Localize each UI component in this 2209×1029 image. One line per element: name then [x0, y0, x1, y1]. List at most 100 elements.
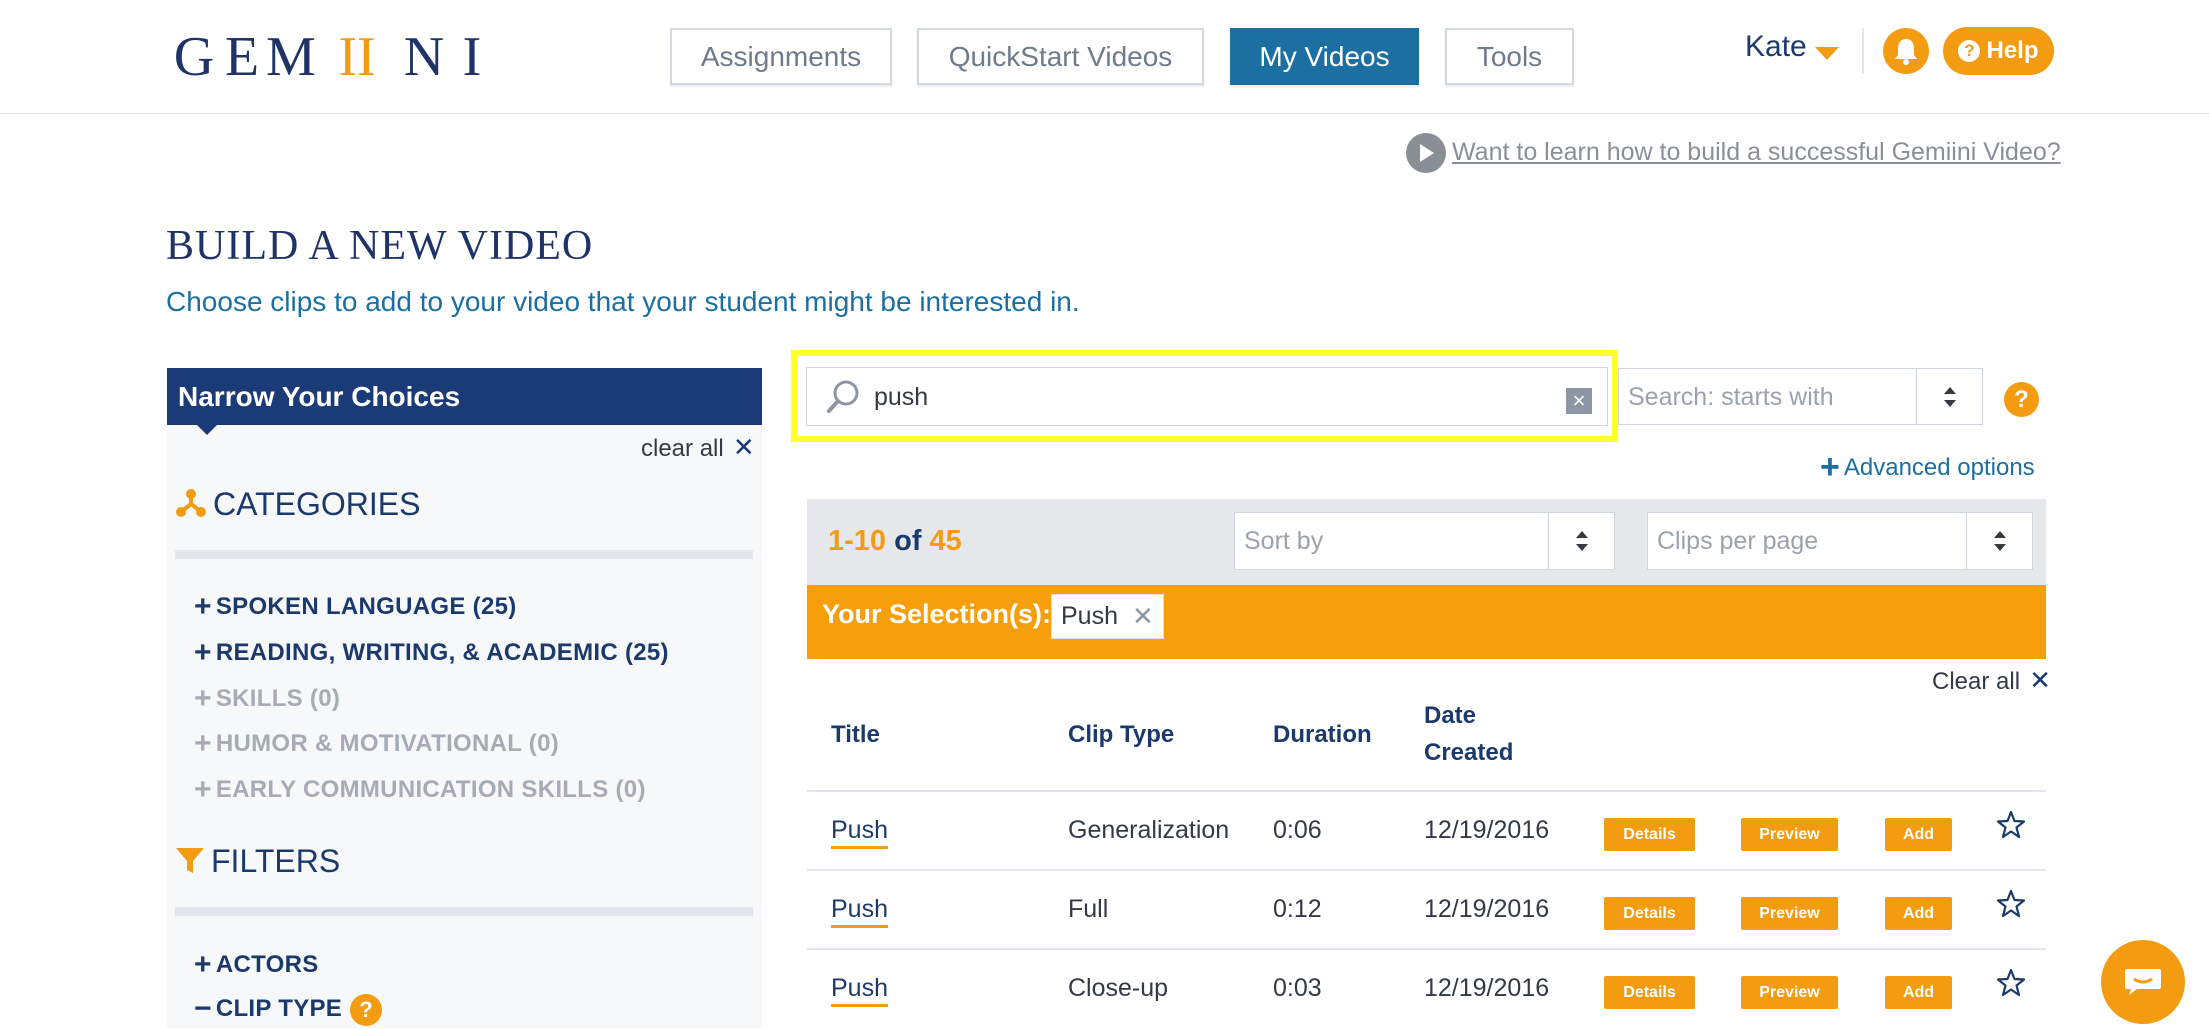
selection-bar: Your Selection(s): Push ✕ [807, 585, 2046, 659]
help-button[interactable]: ? Help [1943, 27, 2054, 75]
page-title: BUILD A NEW VIDEO [166, 223, 594, 269]
add-button[interactable]: Add [1885, 897, 1952, 930]
date-cell: 12/19/2016 [1424, 974, 1550, 1002]
add-button[interactable]: Add [1885, 976, 1952, 1009]
results-clear-all[interactable]: Clear all ✕ [1932, 665, 2051, 696]
clear-search-icon[interactable]: × [1566, 388, 1592, 414]
help-label: Help [1986, 37, 2039, 64]
clips-per-page-select[interactable]: Clips per page [1647, 512, 2033, 570]
categories-icon [176, 489, 206, 517]
date-header-line2: Created [1424, 739, 1514, 766]
results-of: of [894, 525, 922, 557]
sort-arrows-icon[interactable] [1966, 513, 2032, 569]
clip-title-link[interactable]: Push [831, 816, 888, 849]
narrow-choices-header: Narrow Your Choices [167, 368, 762, 425]
clip-title-link[interactable]: Push [831, 974, 888, 1007]
filter-actors[interactable]: + ACTORS [194, 946, 319, 981]
star-icon[interactable] [1996, 968, 2026, 998]
close-icon: ✕ [725, 432, 755, 462]
bell-icon[interactable] [1883, 28, 1929, 74]
clip-type-cell: Close-up [1068, 974, 1169, 1002]
filters-title: FILTERS [211, 843, 341, 879]
sort-placeholder: Sort by [1244, 527, 1324, 555]
category-label: EARLY COMMUNICATION SKILLS (0) [215, 776, 646, 803]
clip-title-link[interactable]: Push [831, 895, 888, 928]
remove-chip-icon[interactable]: ✕ [1132, 601, 1154, 632]
star-icon[interactable] [1996, 889, 2026, 919]
details-button[interactable]: Details [1604, 897, 1695, 930]
learn-video-link[interactable]: Want to learn how to build a successful … [1452, 138, 2061, 167]
page-subtitle: Choose clips to add to your video that y… [166, 286, 1080, 317]
filter-label: CLIP TYPE [215, 995, 343, 1022]
star-icon[interactable] [1996, 810, 2026, 840]
search-input[interactable] [874, 378, 1514, 416]
filter-clip-type[interactable]: − CLIP TYPE? [194, 990, 383, 1026]
sort-arrows-icon[interactable] [1548, 513, 1614, 569]
search-mode-select[interactable]: Search: starts with [1618, 368, 1983, 425]
categories-heading: CATEGORIES [175, 486, 420, 523]
nav-quickstart-videos[interactable]: QuickStart Videos [917, 28, 1204, 85]
sort-arrows-icon[interactable] [1916, 369, 1982, 424]
category-label: SKILLS (0) [215, 685, 341, 712]
sort-by-select[interactable]: Sort by [1234, 512, 1615, 570]
column-header-clip-type[interactable]: Clip Type [1068, 716, 1174, 753]
nav-assignments[interactable]: Assignments [670, 28, 892, 85]
category-label: HUMOR & MOTIVATIONAL (0) [215, 730, 560, 757]
table-row: Push Generalization 0:06 12/19/2016 Deta… [807, 792, 2046, 871]
preview-button[interactable]: Preview [1741, 976, 1838, 1009]
clip-type-cell: Full [1068, 895, 1109, 923]
selection-chip[interactable]: Push ✕ [1051, 594, 1164, 639]
chat-icon[interactable] [2101, 940, 2185, 1024]
preview-button[interactable]: Preview [1741, 818, 1838, 851]
clip-type-cell: Generalization [1068, 816, 1230, 844]
filters-divider [175, 907, 753, 916]
category-early-communication: + EARLY COMMUNICATION SKILLS (0) [194, 773, 646, 806]
header-pointer [197, 425, 217, 435]
clear-all-label: Clear all [1932, 668, 2021, 695]
category-humor-motivational: + HUMOR & MOTIVATIONAL (0) [194, 727, 560, 760]
column-header-title[interactable]: Title [831, 716, 880, 753]
selection-label: Your Selection(s): [822, 599, 1052, 629]
filter-label: ACTORS [215, 951, 319, 978]
column-header-duration[interactable]: Duration [1273, 716, 1372, 753]
categories-title: CATEGORIES [213, 486, 421, 522]
duration-cell: 0:03 [1273, 974, 1322, 1002]
user-menu[interactable]: Kate [1745, 30, 1807, 64]
category-reading-writing-academic[interactable]: + READING, WRITING, & ACADEMIC (25) [194, 634, 669, 669]
nav-tools[interactable]: Tools [1445, 28, 1574, 85]
results-toolbar: 1-10 of 45 Sort by Clips per page [807, 499, 2046, 585]
header-divider [1862, 28, 1864, 74]
category-spoken-language[interactable]: + SPOKEN LANGUAGE (25) [194, 588, 517, 623]
details-button[interactable]: Details [1604, 976, 1695, 1009]
results-range: 1-10 [828, 525, 887, 557]
duration-cell: 0:12 [1273, 895, 1322, 923]
filters-heading: FILTERS [175, 843, 340, 880]
column-header-date-created[interactable]: Date Created [1424, 697, 1513, 771]
search-help-icon[interactable]: ? [2004, 382, 2039, 417]
search-box[interactable]: × [806, 367, 1608, 426]
date-cell: 12/19/2016 [1424, 816, 1550, 844]
narrow-choices-panel: Narrow Your Choices clear all ✕ CATEGORI… [167, 368, 762, 1028]
caret-down-icon[interactable] [1815, 47, 1839, 60]
results-count: 1-10 of 45 [828, 525, 962, 558]
preview-button[interactable]: Preview [1741, 897, 1838, 930]
clear-all-label: clear all [641, 435, 724, 462]
results-total: 45 [929, 525, 962, 557]
table-row: Push Close-up 0:03 12/19/2016 Details Pr… [807, 950, 2046, 1029]
add-button[interactable]: Add [1885, 818, 1952, 851]
top-header: G E M II N I Assignments QuickStart Videos My… [0, 0, 2209, 114]
sidebar-clear-all[interactable]: clear all ✕ [641, 432, 755, 463]
categories-divider [175, 550, 753, 559]
nav-my-videos[interactable]: My Videos [1230, 28, 1419, 85]
play-icon[interactable] [1406, 133, 1446, 173]
search-mode-placeholder: Search: starts with [1628, 383, 1834, 411]
advanced-options-link[interactable]: + Advanced options [1820, 445, 2035, 486]
gemiini-logo[interactable]: G E M II N I [170, 22, 496, 92]
advanced-options-label: Advanced options [1843, 454, 2035, 481]
details-button[interactable]: Details [1604, 818, 1695, 851]
filter-icon [176, 848, 204, 873]
selection-chip-label: Push [1061, 602, 1118, 630]
category-label: SPOKEN LANGUAGE (25) [215, 593, 517, 620]
category-label: READING, WRITING, & ACADEMIC (25) [215, 639, 669, 666]
duration-cell: 0:06 [1273, 816, 1322, 844]
